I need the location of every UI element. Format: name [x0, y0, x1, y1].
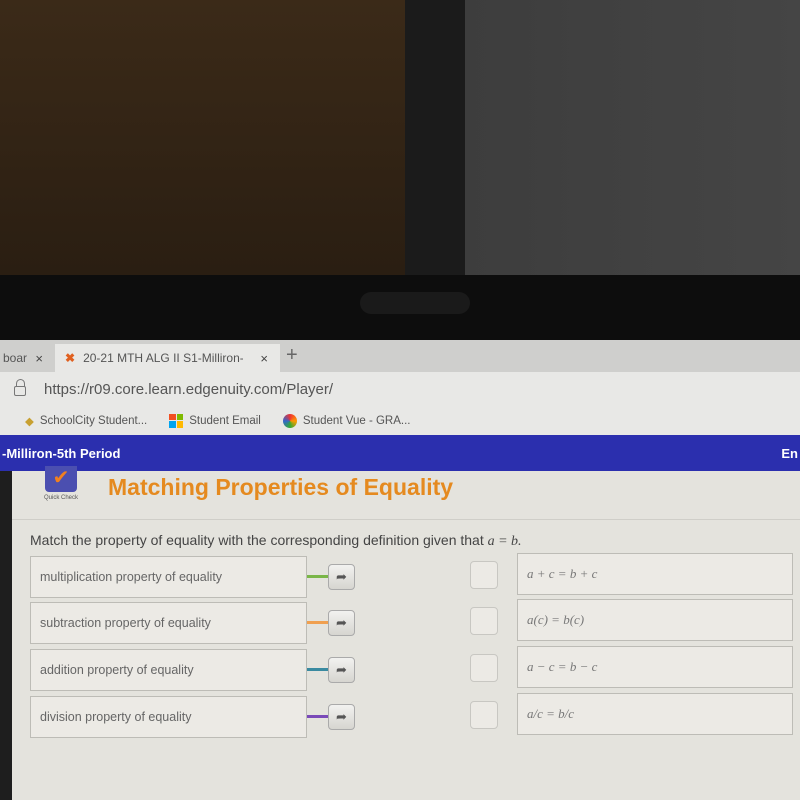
lock-icon: [14, 379, 26, 396]
match-drop-target[interactable]: [470, 561, 498, 589]
connector-line: [307, 715, 329, 718]
property-label: division property of equality: [40, 710, 192, 724]
photo-background: [0, 0, 405, 275]
tab-label: boar: [3, 351, 28, 365]
connector-line: [307, 668, 329, 671]
match-arrow-button[interactable]: ➦: [328, 657, 355, 683]
microsoft-icon: [169, 413, 184, 428]
bookmark-label: Student Vue - GRA...: [302, 414, 411, 427]
quick-check-icon: ✔: [45, 466, 77, 492]
arrow-icon: ➦: [336, 615, 347, 630]
question-prompt: Match the property of equality with the …: [30, 532, 522, 550]
divider: [12, 519, 800, 520]
definition-label: a + c = b + c: [527, 566, 598, 581]
connector-line: [307, 621, 329, 624]
definition-item: a/c = b/c: [517, 693, 793, 735]
page-title: Matching Properties of Equality: [108, 474, 454, 500]
drop-icon: ◆: [25, 415, 34, 428]
photo-background-right: [405, 0, 800, 275]
prompt-math: a = b.: [487, 534, 522, 549]
property-item[interactable]: division property of equality: [30, 696, 307, 738]
quick-check-label: Quick Check: [44, 495, 79, 501]
course-title: -Milliron-5th Period: [2, 445, 121, 461]
bookmark-label: SchoolCity Student...: [39, 414, 148, 427]
prompt-text: Match the property of equality with the …: [30, 532, 488, 548]
tab-label: 20-21 MTH ALG II S1-Milliron-5t: [83, 351, 244, 365]
sidebar-edge: [0, 471, 12, 800]
property-label: multiplication property of equality: [40, 570, 223, 584]
address-bar[interactable]: https://r09.core.learn.edgenuity.com/Pla…: [0, 372, 800, 406]
property-item[interactable]: multiplication property of equality: [30, 556, 307, 598]
connector-line: [307, 575, 329, 578]
definition-item: a − c = b − c: [517, 646, 793, 688]
definition-item: a(c) = b(c): [517, 599, 793, 641]
definition-label: a(c) = b(c): [527, 612, 585, 627]
match-drop-target[interactable]: [470, 654, 498, 682]
definition-item: a + c = b + c: [517, 553, 793, 595]
definition-label: a/c = b/c: [527, 706, 575, 721]
close-icon[interactable]: ×: [260, 351, 268, 366]
tab-active[interactable]: ✖ 20-21 MTH ALG II S1-Milliron-5t ×: [55, 344, 280, 372]
match-arrow-button[interactable]: ➦: [328, 704, 355, 730]
arrow-icon: ➦: [336, 709, 347, 724]
match-arrow-button[interactable]: ➦: [328, 610, 355, 636]
new-tab-button[interactable]: +: [286, 344, 298, 367]
match-drop-target[interactable]: [470, 701, 498, 729]
close-icon[interactable]: ×: [35, 351, 43, 366]
header-right-link[interactable]: En: [781, 446, 798, 461]
bookmarks-bar: ◆ SchoolCity Student... Student Email Stu…: [0, 406, 800, 435]
url-text: https://r09.core.learn.edgenuity.com/Pla…: [44, 380, 334, 398]
property-label: subtraction property of equality: [40, 616, 211, 630]
property-item[interactable]: addition property of equality: [30, 649, 307, 691]
edgenuity-icon: ✖: [65, 351, 76, 365]
arrow-icon: ➦: [336, 662, 347, 677]
course-header: -Milliron-5th Period En: [0, 435, 800, 471]
studentvue-icon: [282, 413, 297, 428]
tab-bar: boar × ✖ 20-21 MTH ALG II S1-Milliron-5t × …: [0, 340, 800, 372]
match-drop-target[interactable]: [470, 607, 498, 635]
bookmark-student-email[interactable]: Student Email: [169, 413, 261, 428]
webcam: [360, 292, 470, 314]
bookmark-student-vue[interactable]: Student Vue - GRA...: [282, 413, 411, 428]
property-item[interactable]: subtraction property of equality: [30, 602, 307, 644]
bookmark-label: Student Email: [189, 414, 261, 427]
property-label: addition property of equality: [40, 663, 194, 677]
tab-previous[interactable]: boar ×: [0, 344, 55, 372]
definition-label: a − c = b − c: [527, 659, 598, 674]
bookmark-schoolcity[interactable]: ◆ SchoolCity Student...: [25, 414, 147, 428]
arrow-icon: ➦: [336, 569, 347, 584]
match-arrow-button[interactable]: ➦: [328, 564, 355, 590]
